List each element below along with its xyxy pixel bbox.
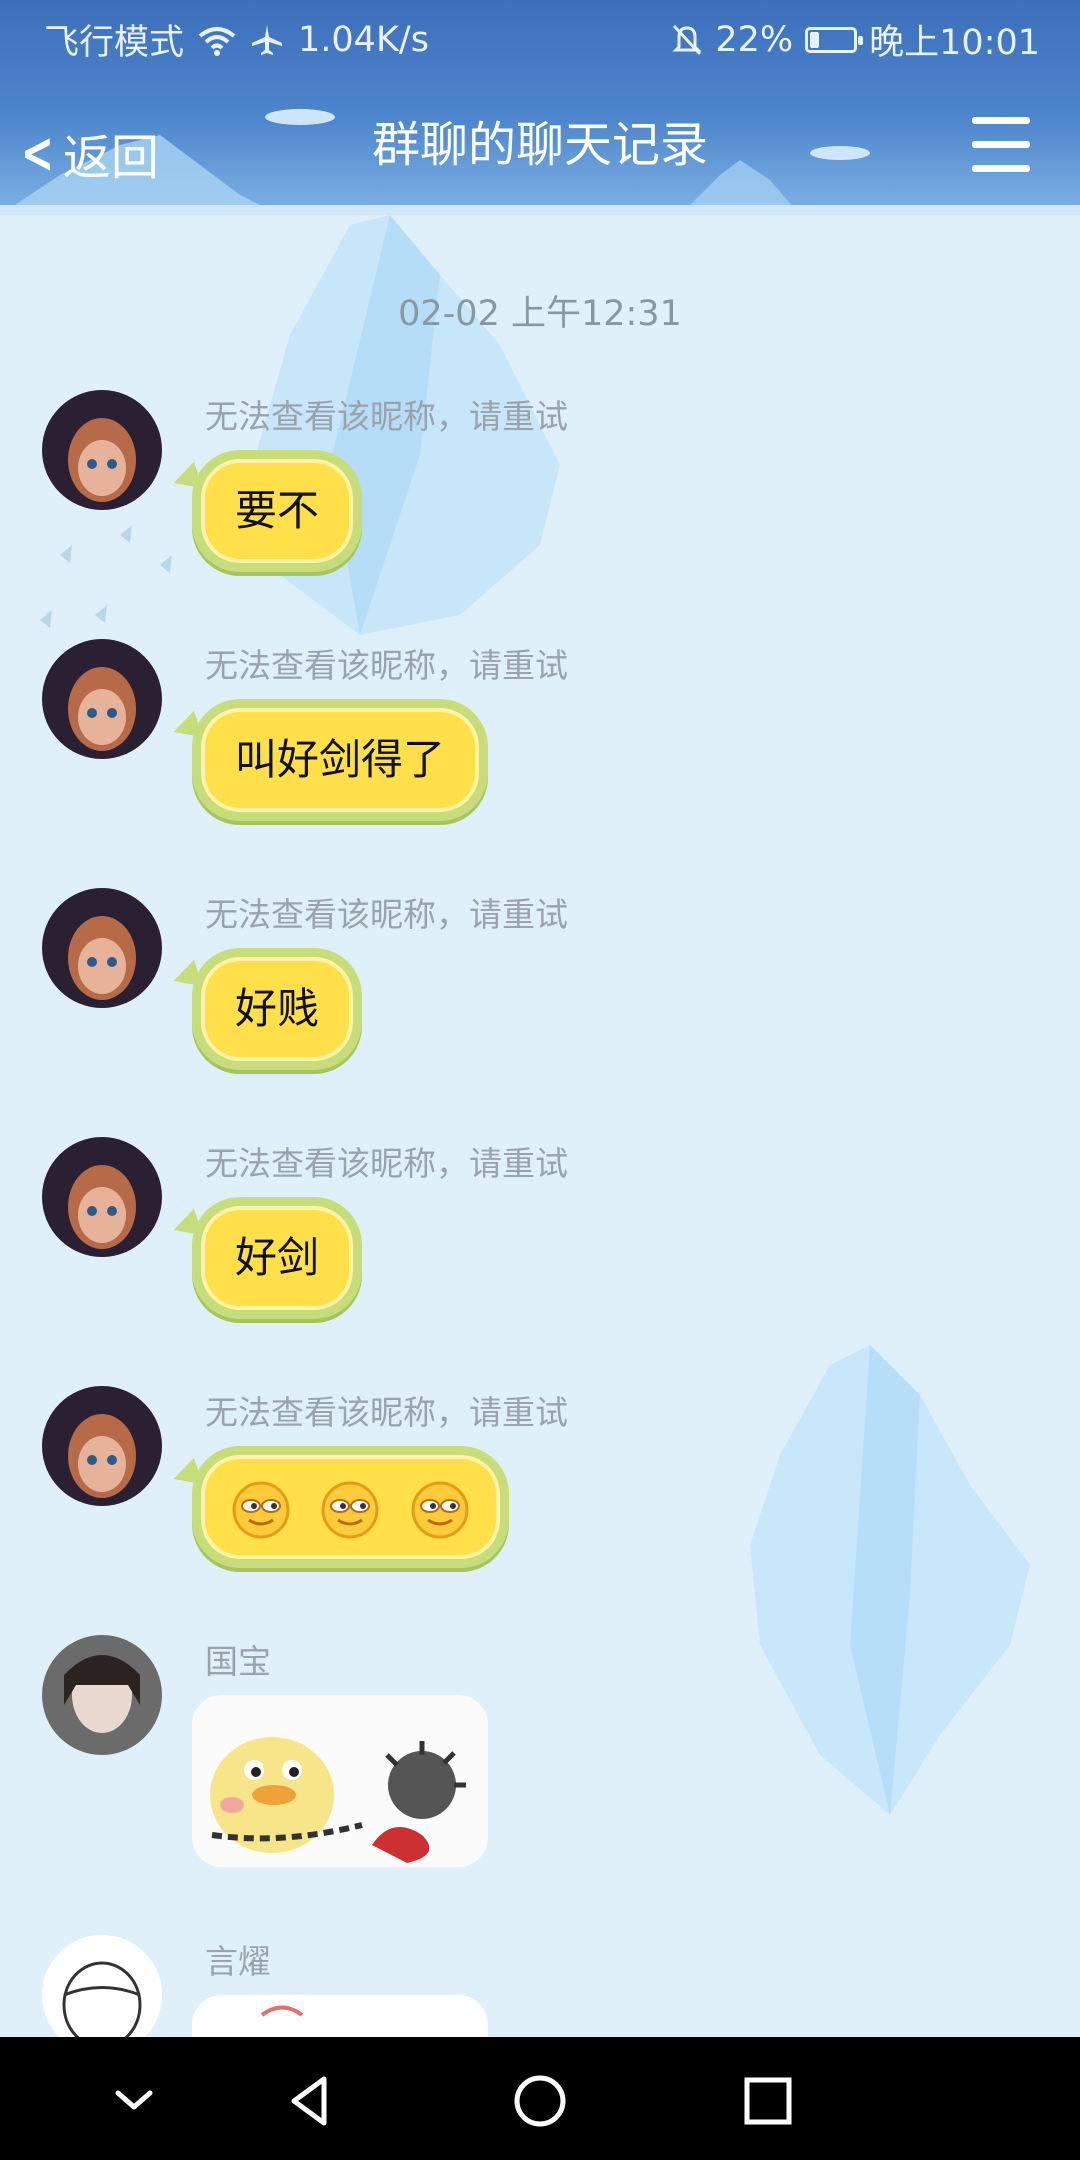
sender-nickname: 无法查看该昵称，请重试 [205,397,568,436]
battery-icon [805,26,864,53]
battery-fill [810,31,820,48]
airplane-mode-label: 飞行模式 [44,23,185,63]
avatar[interactable] [42,1386,162,1506]
recents-square-icon[interactable] [738,2071,798,2131]
footprints-decoration [40,525,172,628]
page-title: 群聊的聊天记录 [371,117,708,173]
message-bubble[interactable]: 叫好剑得了 [192,699,489,821]
avatar-girl-icon [42,888,162,1008]
smirk-face-icon [321,1481,379,1539]
sender-nickname: 无法查看该昵称，请重试 [205,895,568,934]
message-bubble[interactable]: 好剑 [192,1197,363,1319]
chat-timestamp: 02-02 上午12:31 [398,294,682,334]
smirk-face-icon [232,1481,290,1539]
iceberg-background-decoration-2 [750,1345,1030,1815]
network-speed: 1.04K/s [298,19,429,60]
avatar-girl-icon [42,390,162,510]
avatar-girl-icon [42,1137,162,1257]
avatar[interactable] [42,888,162,1008]
battery-percent: 22% [715,19,794,60]
status-bar: 飞行模式 1.04K/s 22% 晚上10:01 [0,0,1080,72]
duck-chain-sticker[interactable] [192,1695,488,1867]
message-bubble[interactable] [192,1446,509,1568]
home-circle-icon[interactable] [510,2071,570,2131]
sender-nickname: 国宝 [205,1642,271,1681]
back-triangle-icon[interactable] [280,2071,340,2131]
avatar-girl-icon [42,639,162,759]
avatar-girl-icon [42,1386,162,1506]
menu-icon[interactable] [972,117,1030,173]
avatar-outline-icon [42,1935,162,2037]
app-header: 飞行模式 1.04K/s 22% 晚上10:01 < 返回 群聊的聊天记录 [0,0,1080,215]
avatar-photo-icon [42,1635,162,1755]
message-bubble[interactable]: 好贱 [192,948,363,1070]
partial-sticker[interactable] [192,1995,488,2037]
wifi-icon [198,26,236,56]
sender-nickname: 无法查看该昵称，请重试 [205,1393,568,1432]
chat-history[interactable]: 02-02 上午12:31 无法查看该昵称，请重试 要不 无法查看该昵称，请重试… [0,215,1080,2037]
avatar[interactable] [42,1935,162,2037]
avatar[interactable] [42,390,162,510]
avatar[interactable] [42,1635,162,1755]
avatar[interactable] [42,1137,162,1257]
message-bubble[interactable]: 要不 [192,450,363,572]
avatar[interactable] [42,639,162,759]
system-navigation-bar [0,2037,1080,2160]
clock: 晚上10:01 [869,23,1040,63]
sender-nickname: 无法查看该昵称，请重试 [205,1144,568,1183]
sender-nickname: 言燿 [205,1942,271,1981]
chevron-down-icon[interactable] [104,2071,164,2131]
sender-nickname: 无法查看该昵称，请重试 [205,646,568,685]
smirk-face-icon [411,1481,469,1539]
airplane-icon [252,24,283,55]
mute-bell-icon [672,24,702,55]
